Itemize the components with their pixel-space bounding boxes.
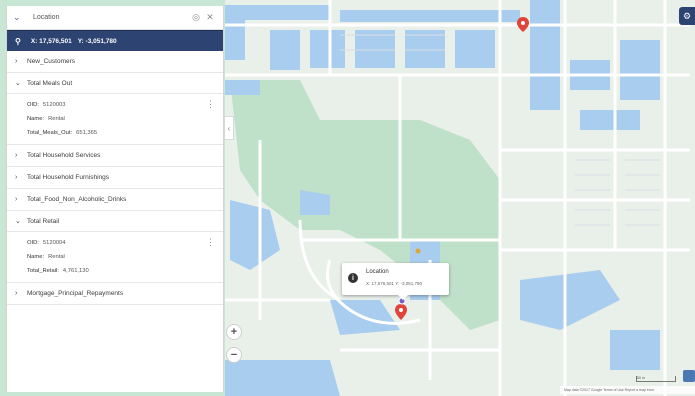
detail-key: Total_Meals_Out: — [27, 130, 73, 136]
chevron-right-icon: › — [15, 196, 18, 203]
zoom-in-button[interactable]: + — [226, 324, 242, 340]
search-query[interactable]: Location — [33, 14, 189, 21]
coordinate-x: X: 17,576,501 — [30, 37, 72, 45]
chevron-left-icon: ‹ — [227, 123, 231, 133]
detail-value: 5120003 — [42, 102, 66, 108]
popup-title: Location — [366, 269, 389, 275]
detail-line: Name: Rental — [27, 112, 223, 126]
detail-key: OID: — [27, 240, 39, 246]
location-popup: i Location X: 17,576,501 Y: -3,051,780 — [342, 263, 449, 300]
chevron-right-icon: › — [15, 58, 18, 65]
panel-collapse-handle[interactable]: ‹ — [224, 116, 234, 140]
settings-icon: ⚙ — [682, 10, 692, 21]
coordinates-bar: ⚲ X: 17,576,501 Y: -3,051,780 — [7, 30, 223, 51]
close-icon[interactable]: ✕ — [203, 12, 217, 23]
layer-row-total-retail[interactable]: ⌄ Total Retail — [7, 211, 223, 232]
info-icon: i — [348, 273, 358, 283]
detail-line: Total_Retail: 4,761,130 — [27, 264, 223, 278]
layer-row-new-customers[interactable]: › New_Customers — [7, 51, 223, 73]
popup-coordinates: X: 17,576,501 Y: -3,051,780 — [366, 281, 422, 286]
detail-value: 651,365 — [76, 130, 98, 136]
layer-label: New_Customers — [27, 58, 76, 65]
popup-pointer — [398, 295, 408, 300]
zoom-out-button[interactable]: − — [226, 347, 242, 363]
chevron-right-icon: › — [15, 152, 18, 159]
chevron-right-icon: › — [15, 174, 18, 181]
detail-key: Name: — [27, 254, 45, 260]
layer-label: Mortgage_Principal_Repayments — [27, 290, 124, 297]
map-attribution: Map data ©2017 Google Terms of Use Repor… — [560, 386, 695, 394]
layer-label: Total Household Services — [27, 152, 101, 159]
detail-line: OID: 5120003 — [27, 98, 223, 112]
map-pin-icon: ⚲ — [15, 36, 21, 46]
detail-key: OID: — [27, 102, 39, 108]
detail-value: Rental — [48, 254, 65, 260]
detail-line: Name: Rental — [27, 250, 223, 264]
coordinate-y: Y: -3,051,780 — [77, 37, 117, 45]
detail-key: Total_Retail: — [27, 268, 59, 274]
layers-button[interactable] — [683, 370, 695, 382]
detail-line: Total_Meals_Out: 651,365 — [27, 126, 223, 140]
chevron-right-icon: › — [15, 290, 18, 297]
map-tool-button[interactable]: ⚙ — [679, 7, 695, 25]
chevron-down-icon: ⌄ — [15, 218, 21, 225]
scale-bar: 50 m — [636, 376, 676, 382]
layer-label: Total Meals Out — [27, 79, 73, 87]
layer-row-mortgage-principal-repayments[interactable]: › Mortgage_Principal_Repayments — [7, 283, 223, 305]
kebab-menu-icon[interactable]: ⋮ — [206, 100, 215, 109]
layer-label: Total Household Furnishings — [27, 174, 110, 181]
detail-key: Name: — [27, 116, 45, 122]
layer-label: Total Retail — [27, 217, 60, 225]
detail-value: 5120004 — [42, 240, 66, 246]
target-icon[interactable]: ◎ — [189, 12, 203, 23]
layer-details-total-meals-out: ⋮ OID: 5120003 Name: Rental Total_Meals_… — [7, 94, 223, 145]
layer-label: Total_Food_Non_Alcoholic_Drinks — [27, 196, 127, 203]
chevron-down-icon: ⌄ — [15, 80, 21, 87]
layer-row-total-household-services[interactable]: › Total Household Services — [7, 145, 223, 167]
detail-line: OID: 5120004 — [27, 236, 223, 250]
layer-row-total-meals-out[interactable]: ⌄ Total Meals Out — [7, 73, 223, 94]
chevron-down-icon[interactable]: ⌄ — [13, 12, 23, 23]
detail-value: Rental — [48, 116, 65, 122]
layer-row-total-household-furnishings[interactable]: › Total Household Furnishings — [7, 167, 223, 189]
search-row: ⌄ Location ◎ ✕ — [7, 6, 223, 30]
layer-row-total-food-non-alcoholic-drinks[interactable]: › Total_Food_Non_Alcoholic_Drinks — [7, 189, 223, 211]
layers-panel: ⌄ Location ◎ ✕ ⚲ X: 17,576,501 Y: -3,051… — [6, 6, 224, 392]
layer-details-total-retail: ⋮ OID: 5120004 Name: Rental Total_Retail… — [7, 232, 223, 283]
detail-value: 4,761,130 — [62, 268, 89, 274]
kebab-menu-icon[interactable]: ⋮ — [206, 238, 215, 247]
